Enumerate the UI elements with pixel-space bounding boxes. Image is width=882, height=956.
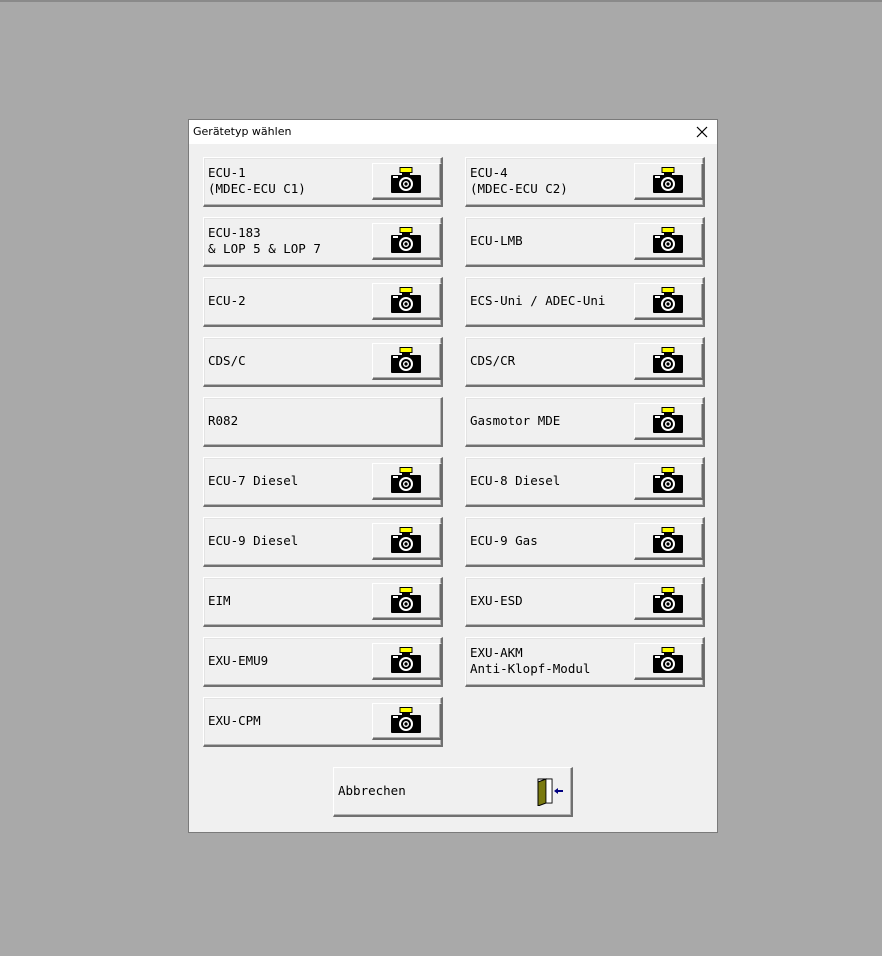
camera-icon [391, 467, 421, 493]
device-button[interactable]: ECU-7 Diesel [203, 457, 443, 507]
device-button[interactable]: ECU-LMB [465, 217, 705, 267]
camera-icon [653, 467, 683, 493]
camera-icon [653, 527, 683, 553]
camera-button[interactable] [372, 163, 442, 200]
camera-icon [653, 287, 683, 313]
camera-button[interactable] [634, 583, 704, 620]
device-button-label: R082 [208, 413, 239, 428]
camera-button[interactable] [372, 643, 442, 680]
device-button[interactable]: ECU-8 Diesel [465, 457, 705, 507]
device-button[interactable]: EIM [203, 577, 443, 627]
device-button[interactable]: R082 [203, 397, 443, 447]
camera-icon [391, 347, 421, 373]
device-button[interactable]: EXU-EMU9 [203, 637, 443, 687]
device-button[interactable]: ECU-1 (MDEC-ECU C1) [203, 157, 443, 207]
camera-icon [653, 347, 683, 373]
camera-icon [391, 647, 421, 673]
camera-button[interactable] [634, 403, 704, 440]
device-button-label: EIM [208, 593, 231, 608]
dialog-title: Gerätetyp wählen [193, 125, 292, 138]
camera-icon [653, 227, 683, 253]
camera-icon [391, 227, 421, 253]
device-button-label: ECU-1 (MDEC-ECU C1) [208, 165, 306, 196]
screen-top-border [0, 0, 882, 2]
device-button-label: CDS/CR [470, 353, 516, 368]
device-button[interactable]: EXU-ESD [465, 577, 705, 627]
device-type-dialog: Gerätetyp wählen ECU-1 (MDEC-ECU C1) ECU-… [188, 119, 718, 833]
camera-icon [391, 707, 421, 733]
device-button-label: EXU-CPM [208, 713, 261, 728]
device-button-label: ECS-Uni / ADEC-Uni [470, 293, 606, 308]
device-button[interactable]: CDS/C [203, 337, 443, 387]
camera-button[interactable] [634, 223, 704, 260]
device-button-label: CDS/C [208, 353, 246, 368]
camera-icon [391, 587, 421, 613]
camera-icon [391, 527, 421, 553]
camera-icon [653, 587, 683, 613]
device-button[interactable]: ECU-2 [203, 277, 443, 327]
device-button-label: Gasmotor MDE [470, 413, 561, 428]
camera-button[interactable] [634, 643, 704, 680]
device-button-label: ECU-2 [208, 293, 246, 308]
device-button[interactable]: ECU-9 Diesel [203, 517, 443, 567]
device-button[interactable]: ECU-9 Gas [465, 517, 705, 567]
exit-door-icon [537, 778, 563, 806]
camera-button[interactable] [372, 583, 442, 620]
device-button[interactable]: ECU-4 (MDEC-ECU C2) [465, 157, 705, 207]
device-button-label: EXU-EMU9 [208, 653, 269, 668]
camera-button[interactable] [634, 523, 704, 560]
device-button-label: EXU-ESD [470, 593, 523, 608]
device-button[interactable]: EXU-AKM Anti-Klopf-Modul [465, 637, 705, 687]
device-button-label: ECU-8 Diesel [470, 473, 561, 488]
device-button-label: ECU-9 Diesel [208, 533, 299, 548]
device-button-label: ECU-4 (MDEC-ECU C2) [470, 165, 568, 196]
device-button-label: ECU-9 Gas [470, 533, 538, 548]
camera-icon [391, 287, 421, 313]
device-button[interactable]: EXU-CPM [203, 697, 443, 747]
camera-button[interactable] [372, 523, 442, 560]
camera-button[interactable] [634, 283, 704, 320]
camera-button[interactable] [634, 163, 704, 200]
device-button[interactable]: Gasmotor MDE [465, 397, 705, 447]
close-icon [696, 126, 708, 138]
device-button-label: EXU-AKM Anti-Klopf-Modul [470, 645, 591, 676]
close-button[interactable] [687, 120, 717, 144]
cancel-button[interactable]: Abbrechen [333, 767, 573, 817]
camera-button[interactable] [372, 343, 442, 380]
camera-icon [391, 167, 421, 193]
camera-icon [653, 647, 683, 673]
camera-button[interactable] [634, 463, 704, 500]
device-button[interactable]: CDS/CR [465, 337, 705, 387]
device-button-label: ECU-7 Diesel [208, 473, 299, 488]
camera-button[interactable] [372, 223, 442, 260]
device-button-label: ECU-LMB [470, 233, 523, 248]
device-button-label: ECU-183 & LOP 5 & LOP 7 [208, 225, 321, 256]
camera-button[interactable] [372, 283, 442, 320]
camera-button[interactable] [372, 703, 442, 740]
camera-icon [653, 167, 683, 193]
dialog-titlebar: Gerätetyp wählen [189, 120, 717, 144]
device-button[interactable]: ECS-Uni / ADEC-Uni [465, 277, 705, 327]
device-button[interactable]: ECU-183 & LOP 5 & LOP 7 [203, 217, 443, 267]
camera-button[interactable] [372, 463, 442, 500]
cancel-button-label: Abbrechen [338, 783, 406, 798]
camera-icon [653, 407, 683, 433]
camera-button[interactable] [634, 343, 704, 380]
